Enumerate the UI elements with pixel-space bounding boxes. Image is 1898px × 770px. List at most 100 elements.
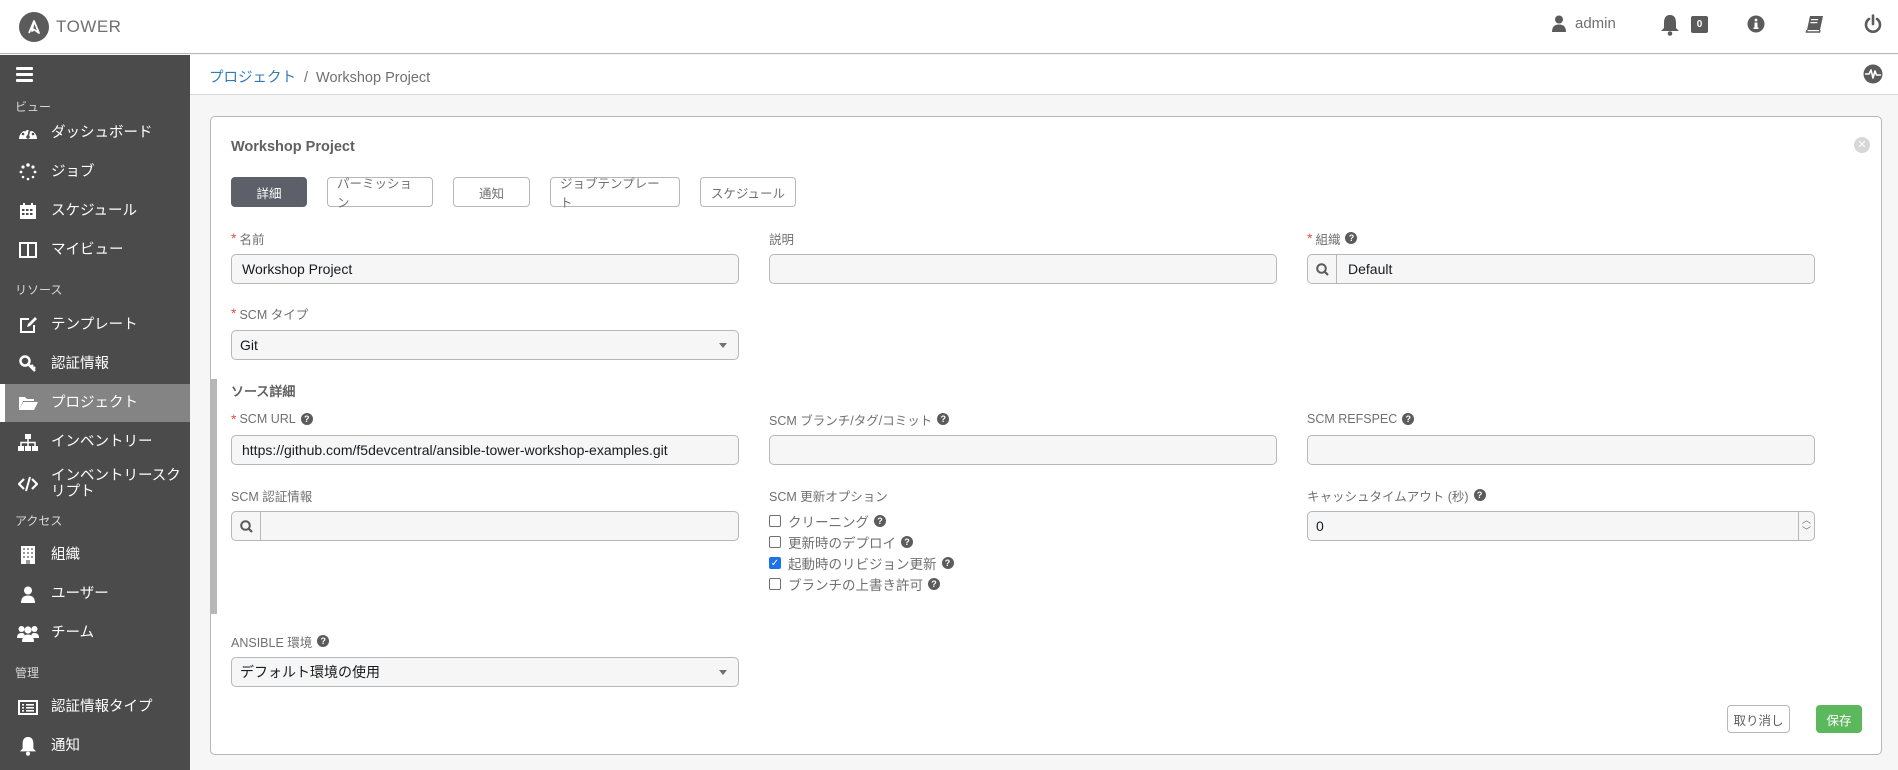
- label-text: 名前: [239, 232, 265, 247]
- checkbox-delete-on-update[interactable]: [769, 536, 781, 548]
- option-delete-on-update[interactable]: 更新時のデプロイ ?: [769, 533, 913, 551]
- organization-lookup[interactable]: Default: [1307, 254, 1815, 284]
- label-line-1: インベントリースク: [51, 468, 181, 484]
- cache-timeout-input[interactable]: 0 ︿ ﹀: [1307, 511, 1815, 541]
- help-icon[interactable]: ?: [874, 515, 886, 527]
- sidebar-section-resources: リソース: [15, 283, 63, 297]
- sidebar-item-label: マイビュー: [51, 242, 124, 258]
- panel-title: Workshop Project: [231, 139, 355, 155]
- required-marker: *: [231, 305, 237, 321]
- menu-toggle-icon[interactable]: [16, 67, 33, 85]
- sidebar-item-jobs[interactable]: ジョブ: [0, 153, 190, 191]
- sidebar-item-label: インベントリー: [51, 434, 153, 450]
- tab-permissions[interactable]: パーミッション: [327, 177, 433, 210]
- label-text: SCM URL: [239, 412, 296, 426]
- help-icon[interactable]: ?: [1402, 413, 1415, 425]
- help-icon[interactable]: ?: [937, 413, 950, 425]
- sidebar-item-label: ダッシュボード: [51, 125, 153, 141]
- app-name: TOWER: [56, 17, 122, 36]
- input-value: 0: [1316, 518, 1324, 534]
- sidebar-item-schedules[interactable]: スケジュール: [0, 192, 190, 230]
- sidebar-item-inventory-scripts[interactable]: インベントリースク リプト: [0, 462, 190, 506]
- activity-stream-button[interactable]: [1863, 64, 1883, 87]
- sidebar-item-notifications[interactable]: 通知: [0, 727, 190, 765]
- tower-logo[interactable]: TOWER: [19, 12, 121, 42]
- tab-job-templates[interactable]: ジョブテンプレート: [550, 177, 680, 210]
- tab-details[interactable]: 詳細: [231, 177, 307, 207]
- breadcrumb-projects-link[interactable]: プロジェクト: [209, 70, 296, 86]
- sidebar-item-inventories[interactable]: インベントリー: [0, 423, 190, 461]
- scm-type-select[interactable]: Git: [231, 330, 739, 360]
- save-button[interactable]: 保存: [1816, 705, 1862, 733]
- scm-branch-input[interactable]: [769, 435, 1277, 465]
- spin-down-icon[interactable]: ﹀: [1802, 526, 1811, 537]
- help-icon[interactable]: ?: [300, 413, 313, 425]
- checkbox-update-on-launch[interactable]: ✓: [769, 557, 781, 569]
- user-icon: [1552, 15, 1566, 32]
- sidebar-item-my-view[interactable]: マイビュー: [0, 231, 190, 269]
- tab-schedules[interactable]: スケジュール: [700, 177, 796, 207]
- sitemap-icon: [14, 433, 42, 451]
- scm-credential-lookup[interactable]: [231, 511, 739, 541]
- sidebar-item-teams[interactable]: チーム: [0, 614, 190, 652]
- help-icon[interactable]: ?: [928, 578, 940, 590]
- search-icon[interactable]: [1308, 255, 1337, 283]
- organization-label: * 組織?: [1307, 230, 1358, 247]
- checkbox-allow-override[interactable]: [769, 578, 781, 590]
- info-icon: [1747, 15, 1765, 33]
- columns-icon: [14, 242, 42, 258]
- label-text: ANSIBLE 環境: [231, 635, 313, 650]
- sidebar-item-label: 組織: [51, 547, 80, 563]
- help-icon[interactable]: ?: [1473, 489, 1486, 501]
- close-panel-button[interactable]: ✕: [1854, 137, 1870, 153]
- sidebar-item-label: インベントリースク リプト: [51, 468, 181, 500]
- sidebar-item-label: 認証情報タイプ: [51, 699, 153, 715]
- cache-timeout-label: キャッシュタイムアウト (秒)?: [1307, 487, 1486, 504]
- spin-up-icon[interactable]: ︿: [1802, 515, 1811, 526]
- project-form-panel: Workshop Project ✕ 詳細 パーミッション 通知 ジョブテンプレ…: [210, 116, 1882, 755]
- tab-notifications[interactable]: 通知: [453, 177, 530, 207]
- top-header: TOWER admin 0: [0, 0, 1898, 54]
- label-text: 組織: [1315, 232, 1341, 247]
- scm-url-label: * SCM URL?: [231, 411, 313, 427]
- option-update-on-launch[interactable]: ✓ 起動時のリビジョン更新 ?: [769, 554, 954, 572]
- cancel-button[interactable]: 取り消し: [1727, 705, 1790, 733]
- about-button[interactable]: [1747, 15, 1765, 36]
- sidebar-item-dashboard[interactable]: ダッシュボード: [0, 114, 190, 152]
- sidebar-item-organizations[interactable]: 組織: [0, 536, 190, 574]
- documentation-button[interactable]: [1805, 15, 1824, 36]
- notifications-button[interactable]: [1660, 14, 1680, 39]
- user-menu[interactable]: admin: [1552, 15, 1616, 32]
- sidebar-item-credential-types[interactable]: 認証情報タイプ: [0, 688, 190, 726]
- description-input[interactable]: [769, 254, 1277, 284]
- option-allow-override[interactable]: ブランチの上書き許可 ?: [769, 575, 940, 593]
- help-icon[interactable]: ?: [1345, 232, 1358, 244]
- scm-url-input[interactable]: https://github.com/f5devcentral/ansible-…: [231, 435, 739, 465]
- sidebar-section-admin: 管理: [15, 666, 40, 680]
- ansible-env-select[interactable]: デフォルト環境の使用: [231, 657, 739, 687]
- logout-button[interactable]: [1864, 14, 1882, 37]
- description-label: 説明: [769, 230, 794, 247]
- option-label: 更新時のデプロイ: [788, 536, 896, 551]
- name-input[interactable]: Workshop Project: [231, 254, 739, 284]
- checkbox-clean[interactable]: [769, 515, 781, 527]
- caret-down-icon: [719, 343, 727, 348]
- number-spinner[interactable]: ︿ ﹀: [1798, 512, 1814, 540]
- activity-stream-icon: [1863, 64, 1883, 84]
- option-label: ブランチの上書き許可: [788, 578, 923, 593]
- sidebar-item-templates[interactable]: テンプレート: [0, 306, 190, 344]
- sidebar-item-label: 認証情報: [51, 356, 109, 372]
- user-icon: [14, 586, 42, 603]
- sidebar-item-label: ユーザー: [51, 586, 109, 602]
- help-icon[interactable]: ?: [901, 536, 913, 548]
- option-clean[interactable]: クリーニング ?: [769, 512, 886, 530]
- sidebar-item-users[interactable]: ユーザー: [0, 575, 190, 613]
- help-icon[interactable]: ?: [941, 557, 954, 569]
- dashboard-icon: [14, 125, 42, 141]
- sidebar-item-credentials[interactable]: 認証情報: [0, 345, 190, 383]
- help-icon[interactable]: ?: [317, 635, 330, 647]
- input-value: Default: [1348, 261, 1393, 277]
- scm-refspec-input[interactable]: [1307, 435, 1815, 465]
- search-icon[interactable]: [232, 512, 261, 540]
- sidebar-item-projects[interactable]: プロジェクト: [0, 384, 190, 422]
